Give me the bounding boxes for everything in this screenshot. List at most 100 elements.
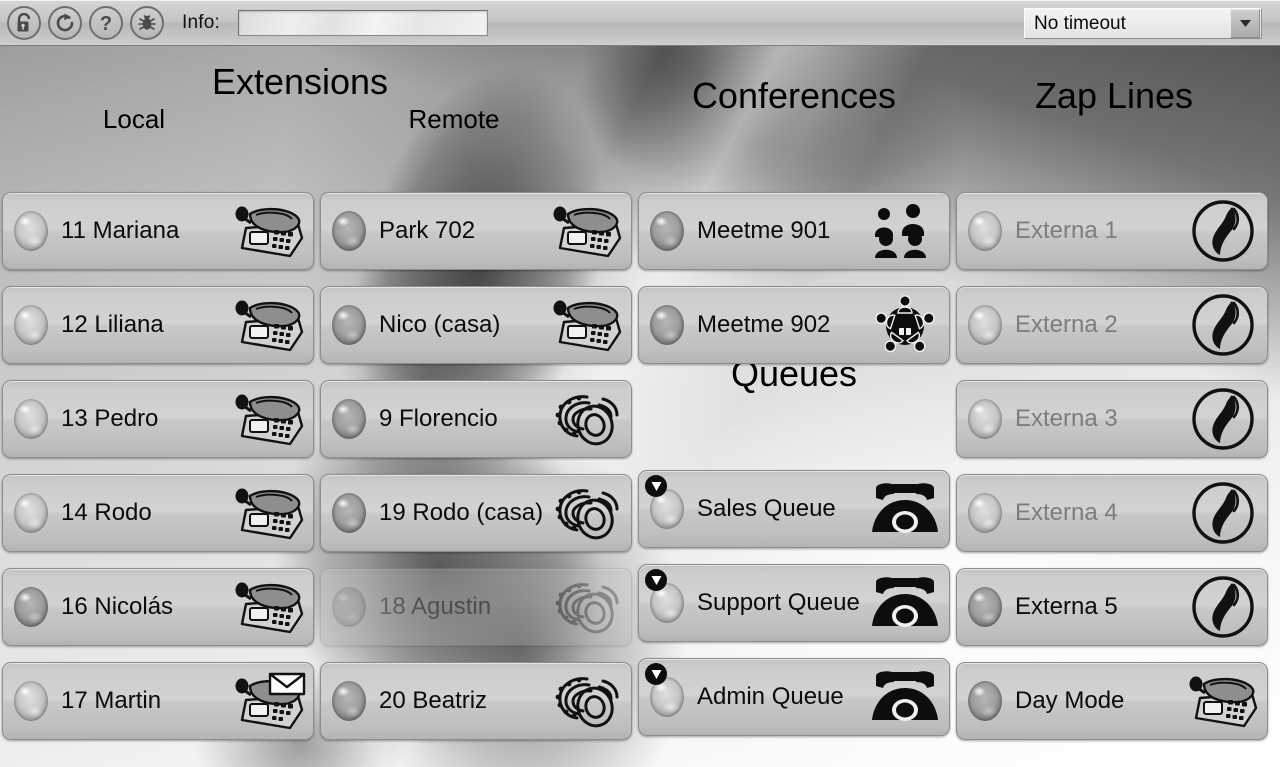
- queue-phone-icon: [867, 474, 943, 544]
- card-label: 17 Martin: [61, 687, 162, 714]
- card-label: 16 Nicolás: [61, 593, 174, 620]
- help-icon[interactable]: ?: [89, 5, 123, 40]
- zapline-card[interactable]: Externa 2: [956, 286, 1268, 364]
- lock-icon[interactable]: [7, 5, 41, 40]
- extension-remote-card[interactable]: Nico (casa): [320, 286, 632, 364]
- status-led: [332, 493, 366, 533]
- extension-local-card[interactable]: 13 Pedro: [2, 380, 314, 458]
- extension-local-card[interactable]: 11 Mariana: [2, 192, 314, 270]
- status-led: [650, 211, 684, 251]
- top-toolbar: ? Info: No timeout: [0, 0, 1280, 46]
- queue-card[interactable]: Support Queue: [638, 564, 950, 642]
- handset-circle-icon: [1185, 384, 1261, 454]
- desk-phone-icon: [549, 290, 625, 360]
- card-label: Support Queue: [697, 589, 860, 616]
- queue-card[interactable]: Sales Queue: [638, 470, 950, 548]
- chevron-down-icon[interactable]: [1230, 9, 1260, 38]
- desk-phone-icon: [231, 572, 307, 642]
- info-input[interactable]: [237, 9, 488, 36]
- status-led: [332, 305, 366, 345]
- bug-icon[interactable]: [130, 5, 164, 40]
- card-label: Externa 5: [1015, 593, 1118, 620]
- rotary-phone-icon: [549, 666, 625, 736]
- handset-circle-icon: [1185, 478, 1261, 548]
- zapline-card[interactable]: Externa 3: [956, 380, 1268, 458]
- extension-local-card[interactable]: 16 Nicolás: [2, 568, 314, 646]
- card-label: Meetme 901: [697, 217, 831, 244]
- extensions-remote-subtitle: Remote: [408, 104, 500, 134]
- card-label: Admin Queue: [697, 683, 844, 710]
- zapline-card[interactable]: Externa 4: [956, 474, 1268, 552]
- conference-card[interactable]: Meetme 901: [638, 192, 950, 270]
- timeout-select-value: No timeout: [1034, 12, 1126, 34]
- svg-text:?: ?: [100, 13, 112, 34]
- extensions-title: Extensions: [211, 61, 389, 102]
- status-led: [968, 493, 1002, 533]
- zapline-card[interactable]: Externa 1: [956, 192, 1268, 270]
- handset-circle-icon: [1185, 572, 1261, 642]
- zapline-card[interactable]: Day Mode: [956, 662, 1268, 740]
- desk-phone-icon: [231, 196, 307, 266]
- card-label: 14 Rodo: [61, 499, 152, 526]
- status-led: [968, 305, 1002, 345]
- extension-remote-card[interactable]: 9 Florencio: [320, 380, 632, 458]
- desk-phone-icon: [231, 290, 307, 360]
- extension-local-card[interactable]: 12 Liliana: [2, 286, 314, 364]
- conference-card[interactable]: Meetme 902: [638, 286, 950, 364]
- desk-phone-icon: [231, 384, 307, 454]
- conferences-title: Conferences: [691, 75, 897, 116]
- down-arrow-badge: [645, 475, 667, 497]
- card-label: Nico (casa): [379, 311, 501, 338]
- info-label: Info:: [182, 11, 220, 33]
- zapline-card[interactable]: Externa 5: [956, 568, 1268, 646]
- handset-circle-icon: [1185, 196, 1261, 266]
- desk-phone-icon: [1185, 666, 1261, 736]
- status-led: [968, 587, 1002, 627]
- status-led: [968, 211, 1002, 251]
- card-label: 9 Florencio: [379, 405, 498, 432]
- status-led: [14, 211, 48, 251]
- extension-remote-card[interactable]: 19 Rodo (casa): [320, 474, 632, 552]
- rotary-phone-icon: [549, 572, 625, 642]
- down-arrow-badge: [645, 663, 667, 685]
- rotary-phone-icon: [549, 384, 625, 454]
- extensions-local-subtitle: Local: [102, 104, 166, 134]
- down-arrow-badge: [645, 569, 667, 591]
- timeout-select[interactable]: No timeout: [1024, 8, 1262, 39]
- card-label: Externa 1: [1015, 217, 1118, 244]
- card-label: 18 Agustin: [379, 593, 492, 620]
- extension-remote-card[interactable]: 20 Beatriz: [320, 662, 632, 740]
- card-label: Externa 2: [1015, 311, 1118, 338]
- rotary-phone-icon: [549, 478, 625, 548]
- desk-phone-icon: [231, 478, 307, 548]
- extension-remote-card: 18 Agustin: [320, 568, 632, 646]
- desk-phone-icon: [549, 196, 625, 266]
- queue-card[interactable]: Admin Queue: [638, 658, 950, 736]
- status-led: [14, 681, 48, 721]
- status-led: [14, 399, 48, 439]
- card-label: 13 Pedro: [61, 405, 159, 432]
- queue-phone-icon: [867, 662, 943, 732]
- status-led: [14, 305, 48, 345]
- handset-circle-icon: [1185, 290, 1261, 360]
- card-label: 19 Rodo (casa): [379, 499, 544, 526]
- status-led: [332, 211, 366, 251]
- extension-remote-card[interactable]: Park 702: [320, 192, 632, 270]
- card-label: 12 Liliana: [61, 311, 164, 338]
- conference-group-icon: [867, 196, 943, 266]
- queue-phone-icon: [867, 568, 943, 638]
- card-label: 20 Beatriz: [379, 687, 488, 714]
- status-led: [968, 681, 1002, 721]
- status-led: [968, 399, 1002, 439]
- extension-local-card[interactable]: 14 Rodo: [2, 474, 314, 552]
- conference-table-icon: [867, 290, 943, 360]
- card-label: 11 Mariana: [61, 217, 180, 244]
- status-led: [650, 305, 684, 345]
- reload-icon[interactable]: [48, 5, 82, 40]
- zaplines-title: Zap Lines: [1034, 75, 1194, 116]
- card-label: Day Mode: [1015, 687, 1125, 714]
- extension-local-card[interactable]: 17 Martin: [2, 662, 314, 740]
- card-label: Park 702: [379, 217, 476, 244]
- card-label: Externa 4: [1015, 499, 1118, 526]
- status-led: [332, 399, 366, 439]
